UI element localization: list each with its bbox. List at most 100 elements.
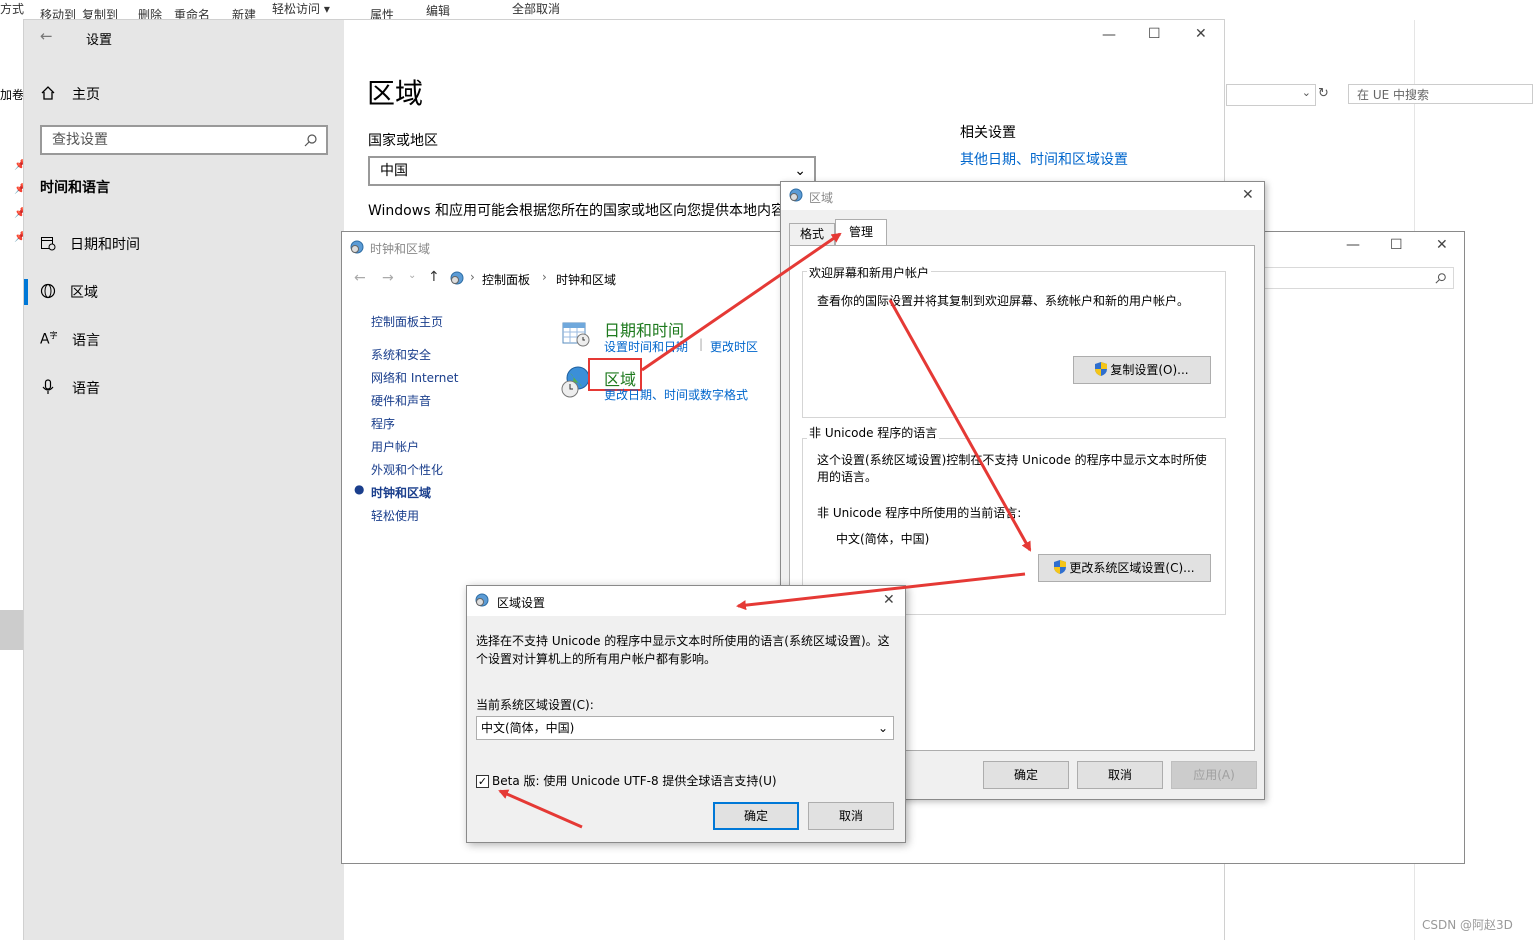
ok-button[interactable]: 确定	[983, 761, 1069, 789]
sidebar-item[interactable]: 系统和安全	[371, 346, 431, 363]
tab-administrative[interactable]: 管理	[835, 219, 887, 246]
page-title: 区域	[367, 77, 424, 110]
explorer-nav-label[interactable]: 加卷	[0, 86, 24, 103]
explorer-search-input[interactable]: 在 UE 中搜索	[1348, 84, 1533, 104]
region-format-link[interactable]: 更改日期、时间或数字格式	[604, 386, 748, 403]
nav-item-region[interactable]: 区域	[40, 282, 320, 304]
timezone-link[interactable]: 更改时区	[710, 338, 758, 355]
globe-icon	[40, 283, 56, 299]
link-separator: |	[699, 337, 704, 351]
copy-settings-label: 复制设置(O)...	[1110, 363, 1189, 377]
breadcrumb-separator: ›	[470, 270, 475, 284]
uac-shield-icon	[1054, 560, 1067, 574]
country-value: 中国	[380, 163, 408, 179]
calendar-icon	[562, 322, 590, 347]
refresh-icon[interactable]: ↻	[1318, 86, 1329, 101]
ribbon-item-select-none[interactable]: 全部取消	[512, 0, 560, 17]
nav-item-speech[interactable]: 语音	[40, 378, 320, 400]
close-icon[interactable]: ✕	[1195, 26, 1207, 42]
control-panel-icon	[450, 271, 464, 285]
nav-item-language[interactable]: A字 语言	[40, 330, 320, 352]
sidebar-item[interactable]: 轻松使用	[371, 507, 419, 524]
cancel-button[interactable]: 取消	[808, 802, 894, 830]
ribbon-item-easy-access[interactable]: 轻松访问 ▾	[272, 0, 330, 17]
dialog-titlebar: 区域 ✕	[781, 182, 1264, 210]
apply-button[interactable]: 应用(A)	[1171, 761, 1257, 789]
forward-arrow-icon[interactable]: →	[382, 270, 394, 286]
clock-globe-icon	[350, 240, 364, 254]
settings-search-input[interactable]: 查找设置	[40, 125, 328, 155]
nav-item-label: 语音	[72, 381, 100, 397]
sidebar-home-link[interactable]: 控制面板主页	[371, 313, 443, 330]
country-select[interactable]: 中国 ⌄	[368, 156, 816, 186]
chevron-down-icon[interactable]: ⌄	[408, 270, 416, 281]
sidebar-item[interactable]: 硬件和声音	[371, 392, 431, 409]
close-icon[interactable]: ✕	[1436, 237, 1448, 253]
related-settings-title: 相关设置	[960, 125, 1016, 141]
cp-search-input[interactable]	[1264, 267, 1454, 289]
beta-utf8-label[interactable]: Beta 版: 使用 Unicode UTF-8 提供全球语言支持(U)	[492, 772, 777, 789]
explorer-selection	[0, 610, 24, 650]
locale-description-line1: 选择在不支持 Unicode 的程序中显示文本时所使用的语言(系统区域设置)。这	[476, 634, 890, 648]
dialog-titlebar: 区域设置 ✕	[467, 586, 905, 616]
sidebar-item[interactable]: 外观和个性化	[371, 461, 443, 478]
sidebar-item[interactable]: 程序	[371, 415, 395, 432]
breadcrumb-item[interactable]: 控制面板	[482, 271, 530, 288]
back-arrow-icon[interactable]: ←	[354, 270, 366, 286]
explorer-address-bar[interactable]: ⌄	[1226, 84, 1316, 106]
cancel-button[interactable]: 取消	[1077, 761, 1163, 789]
datetime-link[interactable]: 设置时间和日期	[604, 338, 688, 355]
nav-item-datetime[interactable]: 日期和时间	[40, 234, 320, 256]
close-icon[interactable]: ✕	[1242, 187, 1254, 203]
locale-description-line2: 个设置对计算机上的所有用户帐户都有影响。	[476, 652, 717, 666]
current-language-label: 非 Unicode 程序中所使用的当前语言:	[817, 506, 1022, 520]
copy-settings-button[interactable]: 复制设置(O)...	[1073, 356, 1211, 384]
sidebar-item[interactable]: 用户帐户	[371, 438, 419, 455]
welcome-group-label: 欢迎屏幕和新用户帐户	[807, 264, 932, 281]
globe-clock-icon	[789, 188, 803, 202]
sidebar-item-current[interactable]: 时钟和区域	[371, 484, 431, 501]
tab-format[interactable]: 格式	[789, 223, 835, 246]
selection-indicator	[24, 279, 28, 305]
breadcrumb-item[interactable]: 时钟和区域	[556, 271, 616, 288]
language-icon: A字	[40, 331, 58, 348]
nav-item-label: 语言	[72, 333, 100, 349]
related-settings-link[interactable]: 其他日期、时间和区域设置	[960, 149, 1128, 169]
system-locale-select[interactable]: 中文(简体，中国) ⌄	[476, 716, 894, 740]
minimize-icon[interactable]: —	[1102, 27, 1116, 43]
search-icon[interactable]	[1435, 272, 1447, 284]
ok-button[interactable]: 确定	[713, 802, 799, 830]
microphone-icon	[42, 379, 54, 394]
system-locale-value: 中文(简体，中国)	[481, 721, 575, 735]
breadcrumb[interactable]: › 控制面板 › 时钟和区域	[448, 267, 778, 289]
nav-home[interactable]: 主页	[40, 84, 240, 104]
current-locale-label: 当前系统区域设置(C):	[476, 698, 594, 712]
unicode-description-line1: 这个设置(系统区域设置)控制在不支持 Unicode 的程序中显示文本时所使	[817, 453, 1207, 467]
search-placeholder: 查找设置	[52, 132, 108, 148]
nav-item-label: 日期和时间	[70, 237, 140, 253]
beta-utf8-checkbox[interactable]: ✓	[476, 775, 489, 788]
sidebar-item[interactable]: 网络和 Internet	[371, 369, 458, 386]
ribbon-item[interactable]: 方式	[0, 0, 24, 17]
change-system-locale-button[interactable]: 更改系统区域设置(C)...	[1038, 554, 1211, 582]
current-bullet-icon: ●	[354, 482, 365, 496]
section-title: 时间和语言	[40, 180, 110, 196]
ribbon-item-edit[interactable]: 编辑	[426, 2, 450, 19]
home-icon	[41, 86, 55, 100]
nav-item-label: 区域	[70, 285, 98, 301]
maximize-icon[interactable]: ☐	[1148, 26, 1161, 42]
current-language-value: 中文(简体，中国)	[836, 532, 930, 546]
welcome-description: 查看你的国际设置并将其复制到欢迎屏幕、系统帐户和新的用户帐户。	[817, 294, 1190, 308]
minimize-icon[interactable]: —	[1346, 237, 1360, 253]
up-arrow-icon[interactable]: ↑	[428, 269, 440, 285]
country-label: 国家或地区	[368, 133, 438, 149]
back-arrow-icon[interactable]: ←	[40, 27, 53, 45]
watermark: CSDN @阿赵3D	[1422, 918, 1513, 932]
change-system-locale-label: 更改系统区域设置(C)...	[1069, 561, 1195, 575]
maximize-icon[interactable]: ☐	[1390, 237, 1403, 253]
close-icon[interactable]: ✕	[883, 592, 895, 608]
search-icon[interactable]	[304, 133, 318, 147]
chevron-down-icon[interactable]: ⌄	[1302, 86, 1311, 99]
region-settings-dialog: 区域设置 ✕ 选择在不支持 Unicode 的程序中显示文本时所使用的语言(系统…	[466, 585, 906, 843]
chevron-down-icon: ⌄	[877, 721, 888, 735]
